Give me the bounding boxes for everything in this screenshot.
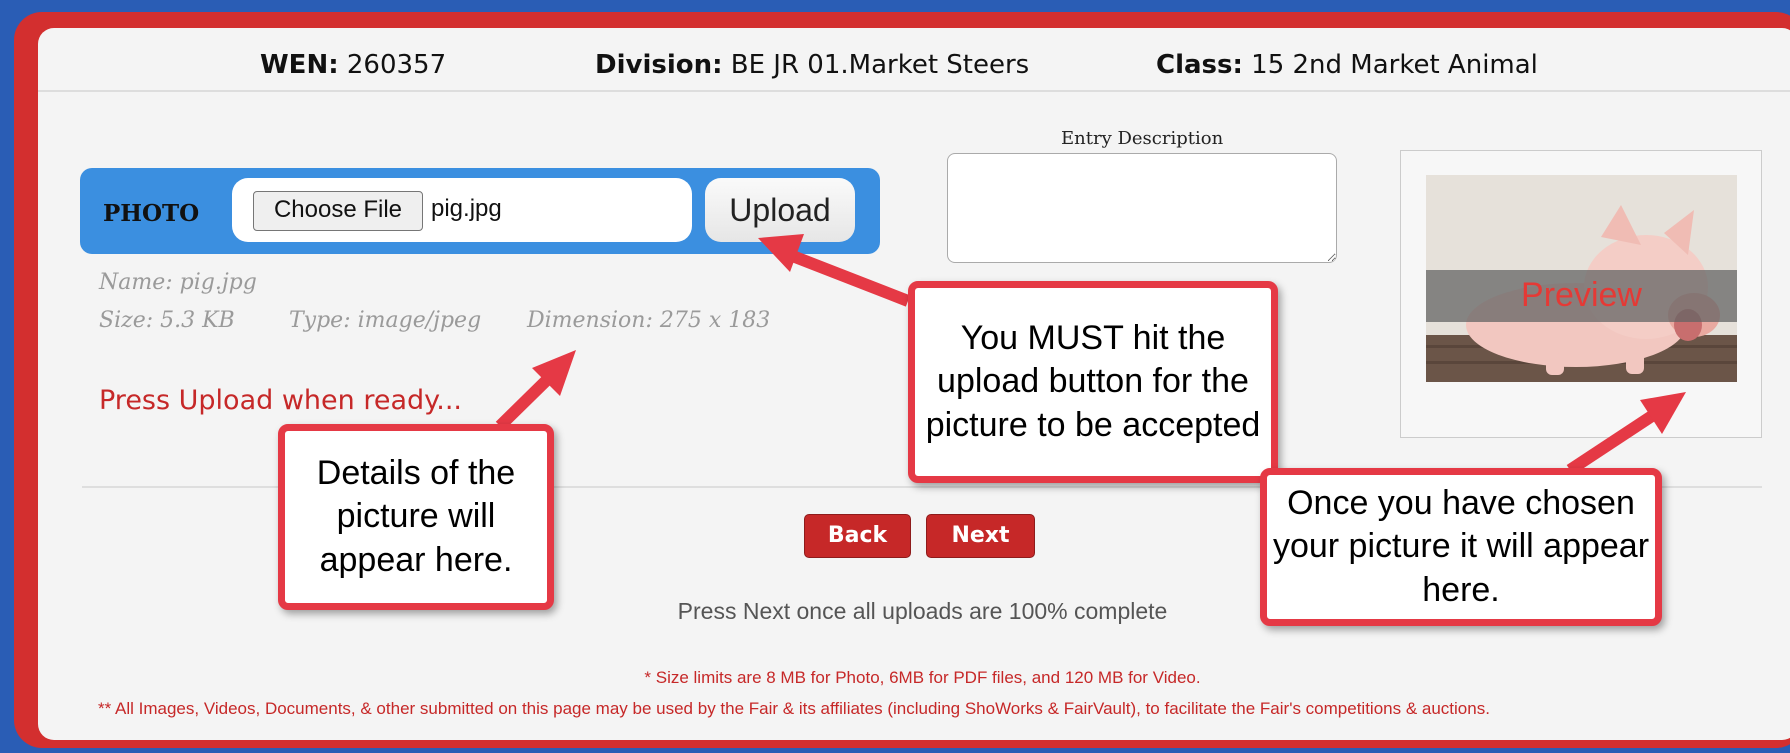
details-callout: Details of the picture will appear here. [278,424,554,610]
callout-arrows [495,234,1686,476]
upload-callout: You MUST hit the upload button for the p… [908,281,1278,483]
preview-callout: Once you have chosen your picture it wil… [1260,468,1662,626]
